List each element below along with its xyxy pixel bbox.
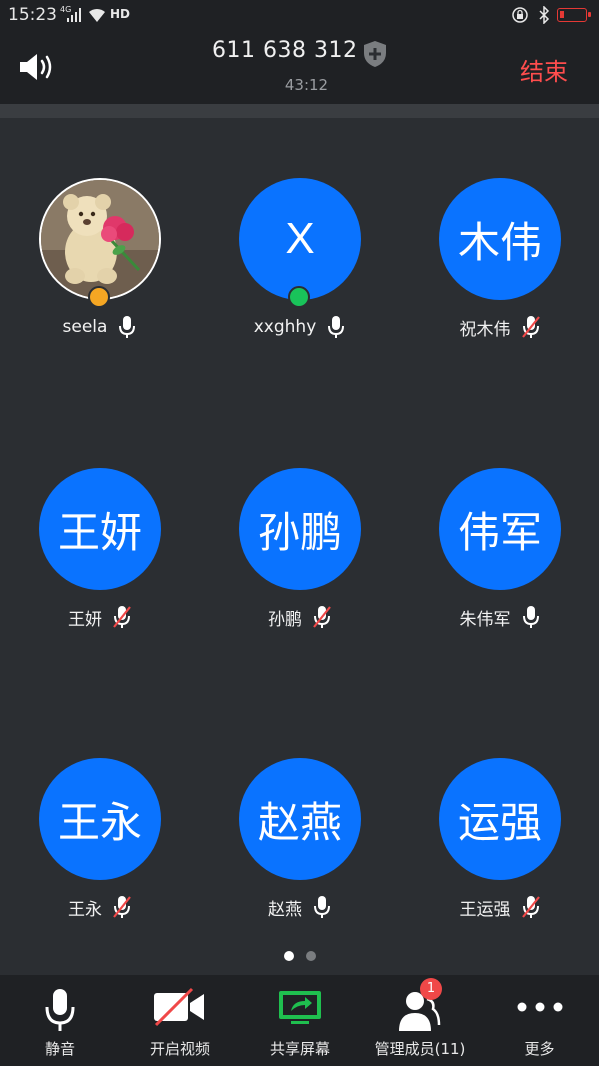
share-screen-label: 共享屏幕 [269,1040,330,1058]
participant-tile[interactable]: seela [0,178,200,368]
microphone-icon [45,989,75,1031]
teddy-bear-photo [41,180,159,298]
battery-icon [557,8,591,22]
participant-tile[interactable]: 王永 王永 [0,758,200,948]
avatar: 孙鹏 [239,468,361,590]
page-indicator[interactable] [0,951,599,963]
meeting-id: 611 638 312 [212,38,358,63]
participant-name: 朱伟军 [459,609,511,630]
participant-grid: seela X xxghhy 木伟 祝木伟 王妍 王妍 孙鹏 孙鹏 伟军 朱伟军… [0,118,599,938]
share-screen-icon [279,991,321,1024]
bluetooth-icon [539,6,550,24]
mute-label: 静音 [44,1040,75,1058]
participant-name-row: 王妍 [0,604,200,630]
avatar [39,178,161,300]
header-divider [0,104,599,118]
mic-on-icon[interactable] [326,315,346,339]
mic-on-icon[interactable] [117,315,137,339]
wifi-icon [89,8,105,22]
avatar: 伟军 [439,468,561,590]
participant-tile[interactable]: 伟军 朱伟军 [400,468,599,658]
participant-name: 孙鹏 [268,609,302,630]
page-dot-2[interactable] [305,951,316,961]
avatar: 运强 [439,758,561,880]
host-badge [88,286,110,308]
participant-name-row: 孙鹏 [200,604,400,630]
avatar: 王永 [39,758,161,880]
mute-button[interactable]: 静音 [0,975,120,1066]
participant-tile[interactable]: 运强 王运强 [400,758,599,948]
avatar: X [239,178,361,300]
participant-name-row: 王运强 [400,894,599,920]
shield-icon[interactable] [362,40,388,68]
video-off-icon [154,987,204,1027]
members-notification-badge: 1 [420,978,442,1000]
mic-muted-icon[interactable] [112,895,132,919]
participant-name: 王运强 [459,899,511,920]
start-video-button[interactable]: 开启视频 [120,975,240,1066]
avatar: 木伟 [439,178,561,300]
mic-on-icon[interactable] [521,605,541,629]
participant-tile[interactable]: 王妍 王妍 [0,468,200,658]
signal-icon [67,8,81,22]
mic-muted-icon[interactable] [312,605,332,629]
status-time: 15:23 [8,5,57,25]
participant-name: 王妍 [68,609,102,630]
mic-muted-icon[interactable] [112,605,132,629]
participant-name: 王永 [68,899,102,920]
participant-name-row: 王永 [0,894,200,920]
page-dot-1[interactable] [283,951,294,961]
participant-name: seela [62,317,108,337]
participant-tile[interactable]: 木伟 祝木伟 [400,178,599,368]
avatar: 王妍 [39,468,161,590]
hd-indicator: HD [110,7,131,21]
avatar: 赵燕 [239,758,361,880]
participant-name-row: 祝木伟 [400,314,599,340]
participant-tile[interactable]: 孙鹏 孙鹏 [200,468,400,658]
meeting-screen: 15:23 4G HD 611 638 312 43:12 结束 seela X… [0,0,599,1066]
mic-muted-icon[interactable] [521,315,541,339]
participant-name: xxghhy [253,317,317,337]
more-button[interactable]: 更多 [480,975,599,1066]
manage-members-button[interactable]: 1 管理成员(11) [360,975,480,1066]
start-video-label: 开启视频 [149,1040,210,1058]
call-timer: 43:12 [284,76,329,94]
participant-name: 祝木伟 [459,319,511,340]
participant-name-row: 朱伟军 [400,604,599,630]
participant-name-row: seela [0,314,200,340]
participant-name: 赵燕 [268,899,302,920]
mic-muted-icon[interactable] [521,895,541,919]
manage-members-label: 管理成员(11) [374,1040,466,1058]
rotation-lock-icon [512,7,528,23]
participant-name-row: 赵燕 [200,894,400,920]
participant-tile[interactable]: 赵燕 赵燕 [200,758,400,948]
status-bar: 15:23 4G HD [0,0,599,32]
participant-tile[interactable]: X xxghhy [200,178,400,368]
more-icon [517,1002,562,1012]
cohost-badge [288,286,310,308]
more-label: 更多 [524,1040,555,1058]
bottom-toolbar: 静音 开启视频 共享屏幕 1 管理成员(11) 更多 [0,975,599,1066]
share-screen-button[interactable]: 共享屏幕 [240,975,360,1066]
call-header: 611 638 312 43:12 结束 [0,32,599,104]
participant-name-row: xxghhy [200,314,400,340]
mic-on-icon[interactable] [312,895,332,919]
end-call-button[interactable]: 结束 [520,52,568,87]
